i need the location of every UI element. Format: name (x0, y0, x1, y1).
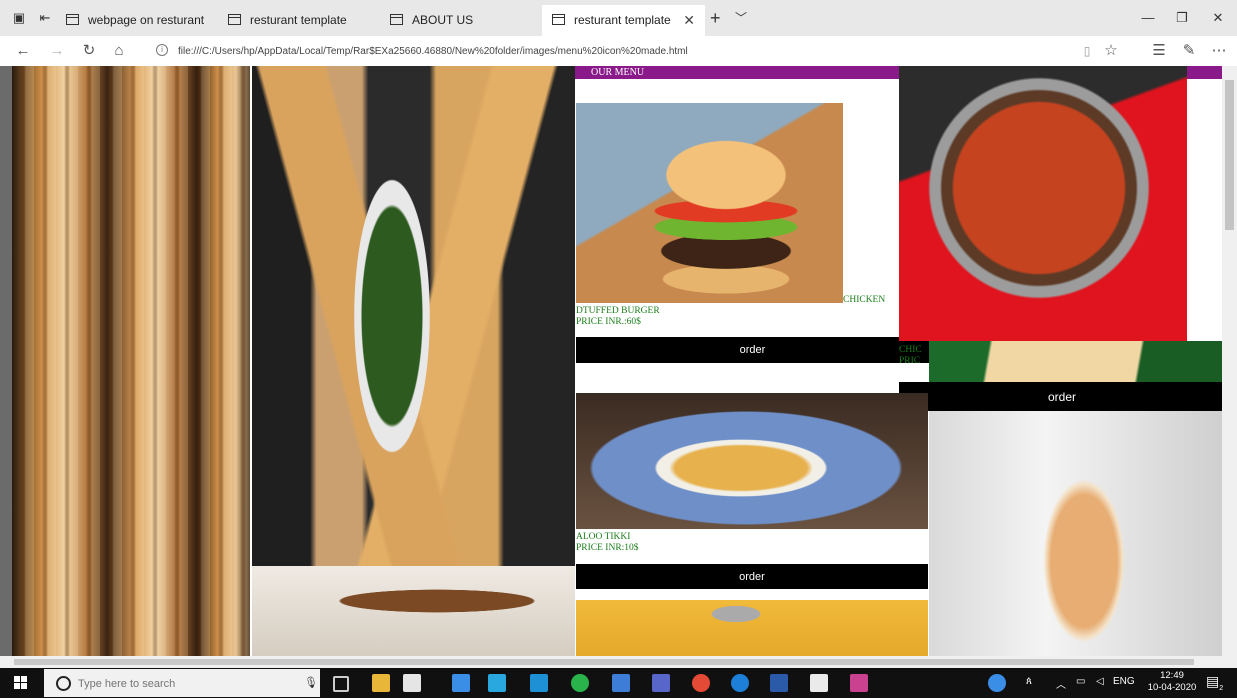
store-icon[interactable] (403, 674, 421, 692)
word-icon[interactable] (770, 674, 788, 692)
green-circle-app-icon[interactable] (571, 674, 589, 692)
order-aloo-tikki-button[interactable]: order (576, 564, 928, 589)
burger-image (576, 103, 843, 303)
page-icon (552, 14, 565, 25)
web-note-icon[interactable]: ✎ (1180, 42, 1198, 60)
dessert-image (576, 600, 928, 656)
favorite-star-icon[interactable]: ☆ (1102, 42, 1120, 60)
tab-webpage-on-resturant[interactable]: webpage on resturant (56, 5, 216, 36)
tiles-app-icon[interactable] (850, 674, 868, 692)
chevron-up-icon[interactable]: ︿ (1056, 676, 1066, 691)
forward-icon[interactable]: → (48, 42, 66, 60)
browser-title-bar: ▣ ⇤ webpage on resturant resturant templ… (0, 0, 1237, 36)
tab-title: webpage on resturant (88, 13, 205, 27)
taskbar-search[interactable]: 🎙 (44, 669, 320, 697)
wooden-spoon-image (252, 566, 575, 656)
chicken-price-cut: PRIC (899, 356, 921, 366)
vertical-scrollbar[interactable] (1222, 66, 1237, 656)
back-icon[interactable]: ← (14, 42, 32, 60)
edge-icon[interactable] (731, 674, 749, 692)
set-tabs-aside-icon[interactable]: ⇤ (38, 11, 52, 25)
notification-icon[interactable]: ▤2 (1206, 673, 1223, 692)
people-icon[interactable]: ጰ (1026, 676, 1032, 687)
order-chicken-button[interactable]: order (899, 382, 1222, 411)
aloo-tikki-image (576, 393, 928, 529)
tab-resturant-template-active[interactable]: resturant template ✕ (542, 5, 705, 36)
address-field[interactable] (140, 40, 1130, 62)
refresh-icon[interactable]: ↻ (80, 42, 98, 60)
home-icon[interactable]: ⌂ (110, 42, 128, 60)
page-icon (390, 14, 403, 25)
battery-icon[interactable]: ▭ (1076, 676, 1085, 687)
new-tab-icon[interactable]: + (710, 8, 721, 28)
order-burger-button[interactable]: order (576, 337, 929, 363)
tab-actions-icon[interactable]: ▣ (12, 11, 26, 25)
aloo-tikki-name: ALOO TIKKI (576, 532, 631, 542)
minimize-icon[interactable]: — (1138, 10, 1158, 25)
volume-icon[interactable]: ◁ (1096, 676, 1104, 687)
tab-about-us[interactable]: ABOUT US (380, 5, 540, 36)
page-icon (66, 14, 79, 25)
chicken-curry-image (899, 66, 1187, 341)
pen-app-icon[interactable] (488, 674, 506, 692)
dropbox-icon[interactable] (452, 674, 470, 692)
tab-title: resturant template (250, 13, 347, 27)
notification-count: 2 (1219, 684, 1224, 692)
favorites-hub-icon[interactable]: ☰ (1150, 42, 1168, 60)
language-indicator[interactable]: ENG (1113, 676, 1135, 687)
scroll-thumb[interactable] (1225, 80, 1234, 230)
chrome-icon[interactable] (692, 674, 710, 692)
windows-start-icon[interactable] (14, 676, 28, 690)
tab-resturant-template[interactable]: resturant template (218, 5, 378, 36)
photos-icon[interactable] (810, 674, 828, 692)
cortana-icon (56, 676, 71, 691)
burger-name: DTUFFED BURGER (576, 306, 660, 316)
close-tab-icon[interactable]: ✕ (683, 5, 695, 36)
scroll-thumb[interactable] (14, 659, 1194, 665)
windows-taskbar: 🎙 ጰ ︿ ▭ ◁ ENG 12:49 10-04-2020 ▤2 (0, 668, 1237, 698)
tab-title: ABOUT US (412, 13, 474, 27)
more-icon[interactable]: ⋯ (1210, 42, 1228, 60)
notes-app-icon[interactable] (612, 674, 630, 692)
samosa-chutney-image (252, 66, 575, 566)
burger-price: PRICE INR.:60$ (576, 317, 641, 327)
microphone-icon[interactable]: 🎙 (304, 676, 318, 689)
page-viewport: OUR MENU CHICKEN DTUFFED BURGER PRICE IN… (0, 66, 1222, 656)
media-app-icon[interactable] (652, 674, 670, 692)
help-icon[interactable] (988, 674, 1006, 692)
clock-time: 12:49 (1160, 670, 1184, 681)
ice-cream-image (929, 411, 1222, 656)
reading-view-icon[interactable]: ▯ (1078, 42, 1096, 60)
task-view-icon[interactable] (333, 676, 349, 692)
file-explorer-icon[interactable] (372, 674, 390, 692)
chicken-name-cut: CHIC (899, 345, 922, 355)
clock-date: 10-04-2020 (1147, 682, 1197, 693)
chicken-label: CHICKEN (843, 295, 886, 305)
mail-icon[interactable] (530, 674, 548, 692)
page-icon (228, 14, 241, 25)
crepe-image (12, 66, 250, 656)
taskbar-clock[interactable]: 12:49 10-04-2020 (1144, 670, 1200, 694)
search-input[interactable] (76, 673, 280, 695)
edge-strip (0, 66, 12, 656)
chevron-down-icon[interactable]: ﹀ (735, 9, 747, 26)
close-window-icon[interactable]: ✕ (1208, 10, 1228, 26)
horizontal-scrollbar[interactable] (0, 656, 1237, 668)
restore-icon[interactable]: ❐ (1172, 10, 1192, 26)
tab-title: resturant template (574, 13, 671, 27)
aloo-tikki-price: PRICE INR:10$ (576, 543, 639, 553)
navigation-bar: ← → ↻ ⌂ i ▯ ☆ ☰ ✎ ⋯ (0, 36, 1237, 67)
